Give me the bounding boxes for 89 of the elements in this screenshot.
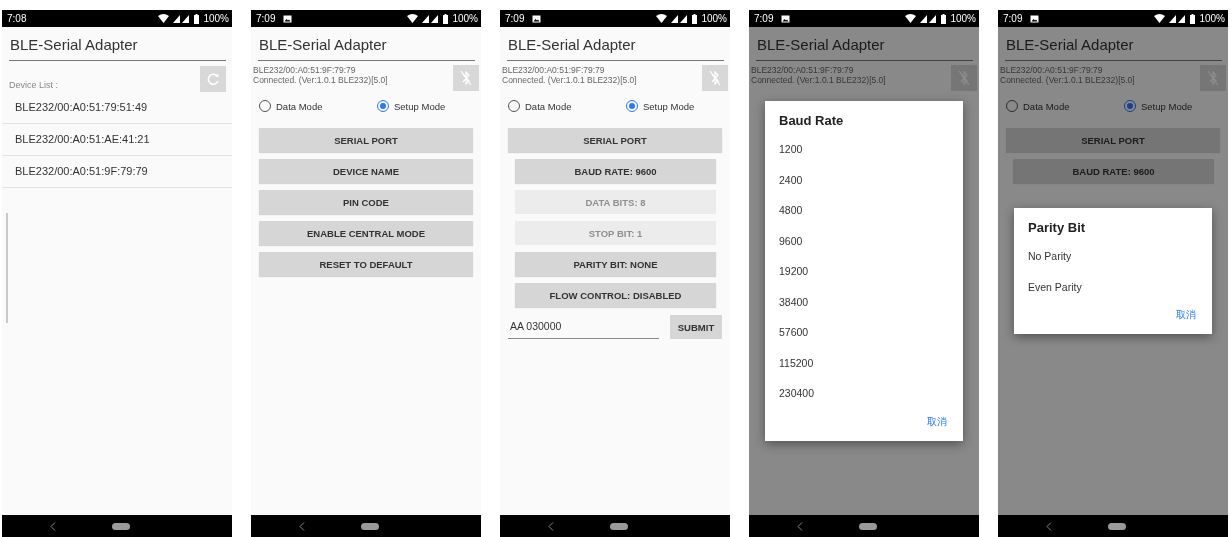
battery-level: 100% (701, 13, 727, 24)
dialog-option[interactable]: 4800 (765, 195, 963, 226)
signal-icon (173, 14, 191, 23)
home-icon (112, 522, 130, 530)
refresh-icon (206, 72, 220, 86)
device-item[interactable]: BLE232/00:A0:51:79:51:49 (2, 92, 232, 124)
battery-icon (941, 13, 947, 24)
connection-status: Connected. (Ver:1.0.1 BLE232)[5.0] (253, 75, 388, 85)
setting-button[interactable]: BAUD RATE: 9600 (1013, 159, 1214, 183)
connection-status: Connected. (Ver:1.0.1 BLE232)[5.0] (751, 75, 886, 85)
battery-level: 100% (1199, 13, 1225, 24)
cancel-button[interactable]: 取消 (1160, 302, 1212, 328)
wifi-icon (905, 14, 917, 23)
radio-option[interactable]: Data Mode (259, 100, 377, 112)
command-field[interactable]: AA 030000 (508, 317, 659, 339)
battery-icon (443, 13, 449, 24)
app-title: BLE-Serial Adapter (258, 35, 388, 55)
battery-icon (1190, 13, 1196, 24)
device-item[interactable]: BLE232/00:A0:51:9F:79:79 (2, 156, 232, 188)
dialog-title: Parity Bit (1027, 220, 1087, 237)
radio-option[interactable]: Setup Mode (377, 100, 481, 112)
setting-button[interactable]: PIN CODE (259, 190, 473, 214)
status-time: 7:09 (505, 13, 525, 24)
battery-level: 100% (950, 13, 976, 24)
setting-button[interactable]: DEVICE NAME (259, 159, 473, 183)
setting-button[interactable]: FLOW CONTROL: DISABLED (515, 283, 716, 307)
setting-button[interactable]: PARITY BIT: NONE (515, 252, 716, 276)
status-time: 7:08 (7, 13, 27, 24)
dialog-option[interactable]: No Parity (1014, 241, 1212, 272)
radio-option[interactable]: Setup Mode (626, 100, 730, 112)
dialog-option[interactable]: 9600 (765, 225, 963, 257)
bluetooth-off-icon (709, 70, 721, 86)
battery-level: 100% (203, 13, 229, 24)
radio-option[interactable]: Data Mode (1006, 100, 1124, 112)
dialog-option[interactable]: 57600 (765, 317, 963, 348)
status-time: 7:09 (256, 13, 276, 24)
setting-button[interactable]: BAUD RATE: 9600 (515, 159, 716, 183)
status-time: 7:09 (1003, 13, 1023, 24)
wifi-icon (407, 14, 419, 23)
device-address: BLE232/00:A0:51:9F:79:79 (751, 65, 855, 75)
cancel-button[interactable]: 取消 (911, 408, 963, 435)
dialog-option[interactable]: 1200 (765, 134, 963, 165)
device-address: BLE232/00:A0:51:9F:79:79 (253, 65, 357, 75)
app-title: BLE-Serial Adapter (507, 35, 637, 55)
back-icon (797, 521, 803, 531)
status-time: 7:09 (754, 13, 774, 24)
back-icon (1046, 521, 1052, 531)
app-title: BLE-Serial Adapter (9, 35, 139, 55)
app-title: BLE-Serial Adapter (1005, 35, 1135, 55)
dialog-option[interactable]: 38400 (765, 286, 963, 318)
app-title: BLE-Serial Adapter (756, 35, 886, 55)
radio-option[interactable]: Data Mode (508, 100, 626, 112)
dialog-option[interactable]: 230400 (765, 378, 963, 409)
back-icon (299, 521, 305, 531)
dialog-option[interactable]: 2400 (765, 164, 963, 196)
setting-button[interactable]: SERIAL PORT (508, 128, 722, 152)
radio-option[interactable]: Setup Mode (1124, 100, 1228, 112)
setting-button[interactable]: ENABLE CENTRAL MODE (259, 221, 473, 245)
submit-button[interactable]: SUBMIT (670, 315, 722, 339)
device-list-label: Device List : (9, 80, 59, 90)
device-address: BLE232/00:A0:51:9F:79:79 (502, 65, 606, 75)
connection-status: Connected. (Ver:1.0.1 BLE232)[5.0] (502, 75, 637, 85)
signal-icon (920, 14, 938, 23)
home-icon (1108, 522, 1126, 530)
back-icon (548, 521, 554, 531)
wifi-icon (1154, 14, 1166, 23)
battery-icon (194, 13, 200, 24)
setting-button[interactable]: SERIAL PORT (1006, 128, 1220, 152)
device-address: BLE232/00:A0:51:9F:79:79 (1000, 65, 1104, 75)
wifi-icon (656, 14, 668, 23)
dialog-option[interactable]: 19200 (765, 256, 963, 287)
setting-button[interactable]: RESET TO DEFAULT (259, 252, 473, 276)
setting-button[interactable]: SERIAL PORT (259, 128, 473, 152)
signal-icon (1169, 14, 1187, 23)
dialog-option[interactable]: Even Parity (1014, 271, 1212, 302)
home-icon (859, 522, 877, 530)
home-icon (361, 522, 379, 530)
dialog-title: Baud Rate (778, 113, 845, 131)
signal-icon (671, 14, 689, 23)
battery-icon (692, 13, 698, 24)
wifi-icon (158, 14, 170, 23)
connection-status: Connected. (Ver:1.0.1 BLE232)[5.0] (1000, 75, 1135, 85)
back-icon (50, 521, 56, 531)
device-item[interactable]: BLE232/00:A0:51:AE:41:21 (2, 124, 232, 156)
battery-level: 100% (452, 13, 478, 24)
bluetooth-off-icon (460, 70, 472, 86)
dialog-option[interactable]: 115200 (765, 347, 963, 379)
home-icon (610, 522, 628, 530)
signal-icon (422, 14, 440, 23)
